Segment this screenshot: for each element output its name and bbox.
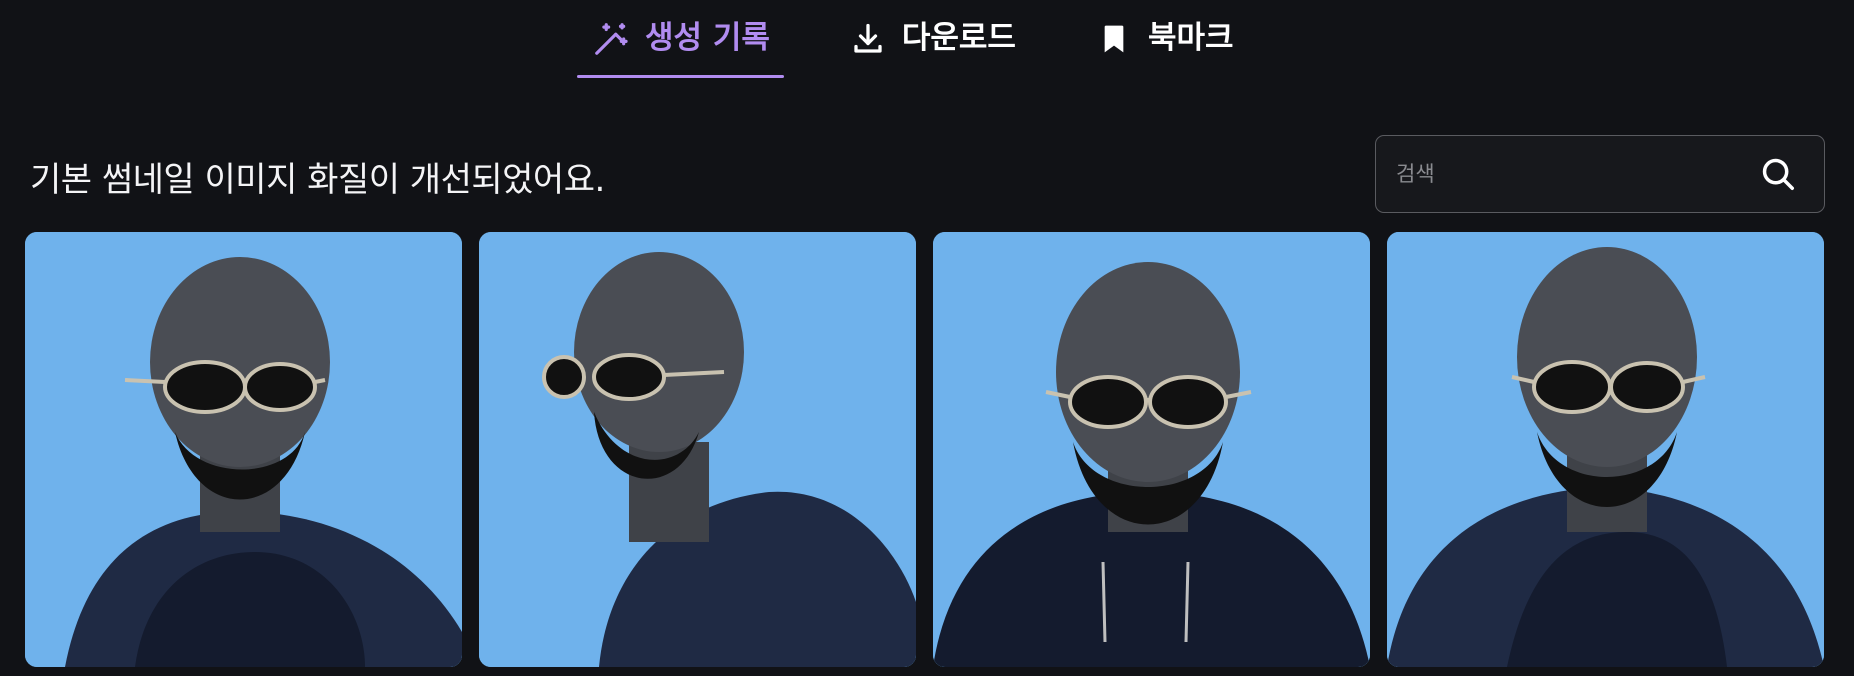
search-icon[interactable] [1746,142,1810,206]
thumbnail-illustration [479,232,916,667]
tab-bar: 생성 기록 다운로드 북마크 [577,0,1298,80]
tab-bookmarks[interactable]: 북마크 [1080,0,1248,78]
gallery-image-4[interactable] [1387,232,1824,667]
gallery-image-1[interactable] [25,232,462,667]
tab-downloads[interactable]: 다운로드 [834,0,1030,78]
page: 생성 기록 다운로드 북마크 기본 썸네일 이미지 화질이 개선되었어요. [0,0,1854,676]
bookmark-icon [1094,19,1134,59]
search-input[interactable] [1376,161,1746,187]
magic-wand-icon [591,19,631,59]
thumbnail-illustration [25,232,462,667]
tab-history[interactable]: 생성 기록 [577,0,784,78]
tab-downloads-label: 다운로드 [901,19,1016,56]
image-gallery [25,232,1824,667]
thumbnail-illustration [1387,232,1824,667]
tab-history-label: 생성 기록 [645,19,770,56]
gallery-image-2[interactable] [479,232,916,667]
tab-bookmarks-label: 북마크 [1147,19,1234,56]
thumbnail-illustration [933,232,1370,667]
notice-text: 기본 썸네일 이미지 화질이 개선되었어요. [30,160,605,200]
download-icon [848,19,888,59]
search-box [1375,135,1825,213]
gallery-image-3[interactable] [933,232,1370,667]
